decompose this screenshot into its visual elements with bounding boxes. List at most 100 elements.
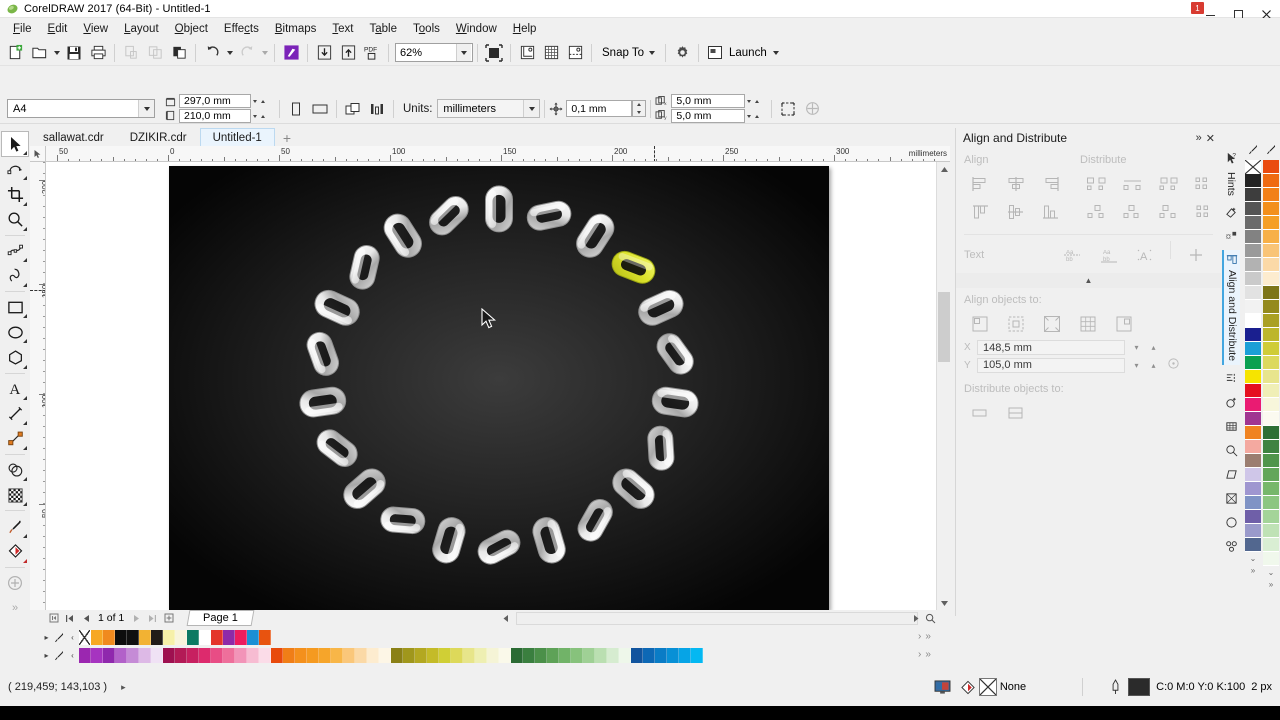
color-swatch[interactable] (1245, 174, 1261, 188)
full-screen-preview-button[interactable] (482, 41, 506, 65)
page-width-input[interactable]: 297,0 mm (179, 94, 251, 108)
color-swatch[interactable] (1263, 398, 1279, 412)
align-to-center-of-page-button[interactable] (1036, 310, 1070, 338)
color-swatch[interactable] (1263, 440, 1279, 454)
color-swatch[interactable] (1245, 538, 1261, 552)
align-center-vertically-button[interactable] (999, 198, 1032, 226)
cut-button[interactable] (119, 41, 143, 65)
color-swatch[interactable] (1263, 524, 1279, 538)
color-eyedropper-tool[interactable] (2, 514, 28, 538)
color-swatch[interactable] (163, 648, 175, 663)
color-palette-row-top[interactable]: ▸ ‹ (40, 629, 271, 646)
docker-tab-object-manager-icon[interactable]: ¤ (1222, 226, 1240, 248)
color-swatch[interactable] (1245, 524, 1261, 538)
color-swatch[interactable] (271, 648, 283, 663)
color-swatch[interactable] (1263, 510, 1279, 524)
color-swatch[interactable] (1263, 314, 1279, 328)
align-bottom-button[interactable] (1035, 198, 1068, 226)
chevron-down-icon[interactable] (649, 50, 655, 55)
chain-link[interactable] (380, 506, 426, 535)
color-swatch[interactable] (223, 630, 235, 645)
color-swatch[interactable] (631, 648, 643, 663)
menu-window[interactable]: Window (448, 21, 505, 37)
align-center-horizontally-button[interactable] (999, 170, 1032, 198)
shape-tool[interactable] (2, 157, 28, 181)
color-swatch[interactable] (1245, 412, 1261, 426)
color-swatch[interactable] (211, 648, 223, 663)
eyedropper-bottom-icon[interactable] (53, 648, 66, 663)
menu-layout[interactable]: Layout (116, 21, 167, 37)
docker-tab-shape-edit-icon[interactable] (1222, 463, 1240, 485)
color-swatch[interactable] (127, 630, 139, 645)
save-button[interactable] (62, 41, 86, 65)
docker-close-button[interactable]: ✕ (1206, 132, 1215, 145)
menu-text[interactable]: Text (324, 21, 361, 37)
vertical-scroll-thumb[interactable] (938, 292, 950, 362)
color-swatch[interactable] (307, 648, 319, 663)
color-swatch[interactable] (1245, 272, 1261, 286)
current-page-button[interactable] (365, 97, 389, 121)
open-document-button[interactable] (27, 41, 51, 65)
color-swatch[interactable] (1263, 230, 1279, 244)
color-swatch[interactable] (331, 648, 343, 663)
align-text-bounding-box-button[interactable]: Aa bb (1092, 241, 1126, 269)
align-right-button[interactable] (1035, 170, 1068, 198)
export-pdf-button[interactable]: PDF (360, 41, 384, 65)
docker-strip-pick-icon[interactable]: ? (1222, 150, 1240, 166)
chain-link[interactable] (647, 425, 675, 471)
color-swatch[interactable] (1245, 440, 1261, 454)
color-swatch[interactable] (175, 648, 187, 663)
color-swatch[interactable] (1263, 496, 1279, 510)
import-button[interactable] (312, 41, 336, 65)
palette-b-eyedropper-icon[interactable] (1263, 140, 1279, 158)
docker-tab-transformations-icon[interactable] (1222, 391, 1240, 413)
color-swatch[interactable] (1263, 342, 1279, 356)
open-dropdown-arrow[interactable] (51, 41, 62, 65)
palette-expand-bottom-icon[interactable]: » (925, 649, 931, 660)
color-swatch[interactable] (79, 648, 91, 663)
color-swatch[interactable] (103, 630, 115, 645)
document-tab-untitled-1[interactable]: Untitled-1 (199, 128, 275, 148)
scroll-up-button[interactable] (937, 162, 951, 176)
align-text-outline-button[interactable]: A (1128, 241, 1162, 269)
first-page-button[interactable] (47, 612, 60, 625)
color-swatch[interactable] (1263, 328, 1279, 342)
color-swatch[interactable] (379, 648, 391, 663)
page-size-combo[interactable]: A4 (7, 99, 155, 118)
color-swatch[interactable] (487, 648, 499, 663)
interactive-fill-tool[interactable] (2, 540, 28, 564)
color-swatch[interactable] (451, 648, 463, 663)
color-swatch[interactable] (187, 630, 199, 645)
fill-status-group[interactable]: None (960, 678, 1026, 696)
color-swatch[interactable] (1263, 384, 1279, 398)
docker-tab-color-palette-manager-icon[interactable] (1222, 415, 1240, 437)
menu-help[interactable]: Help (505, 21, 545, 37)
docker-tab-align-and-distribute[interactable]: Align and Distribute (1222, 249, 1240, 365)
nudge-spinner[interactable] (632, 100, 647, 117)
color-swatch[interactable] (523, 648, 535, 663)
export-button[interactable] (336, 41, 360, 65)
color-swatch[interactable] (1263, 454, 1279, 468)
distribute-center-vertical-button[interactable] (1116, 198, 1150, 226)
color-swatch[interactable] (679, 648, 691, 663)
color-swatch[interactable] (223, 648, 235, 663)
menu-effects[interactable]: Effects (216, 21, 267, 37)
palette-expand-icon[interactable]: » (1245, 564, 1261, 576)
color-swatch[interactable] (667, 648, 679, 663)
go-to-first-page-button[interactable] (63, 612, 76, 625)
docker-tab-symbol-manager-icon[interactable] (1222, 535, 1240, 557)
color-swatch[interactable] (1245, 258, 1261, 272)
color-swatch[interactable] (1245, 230, 1261, 244)
color-swatch[interactable] (439, 648, 451, 663)
color-swatch[interactable] (199, 648, 211, 663)
color-swatch[interactable] (1263, 258, 1279, 272)
color-swatch[interactable] (91, 648, 103, 663)
color-swatch[interactable] (1263, 244, 1279, 258)
pick-point-button[interactable] (1167, 357, 1180, 373)
align-to-grid-button[interactable] (1072, 310, 1106, 338)
color-swatch[interactable] (1245, 314, 1261, 328)
docker-collapse-button[interactable]: » (1196, 132, 1202, 145)
palette-scroll-down-icon[interactable]: ⌄ (1263, 566, 1279, 578)
fill-swatch-none[interactable] (978, 678, 997, 696)
scroll-right-button[interactable] (909, 612, 922, 625)
